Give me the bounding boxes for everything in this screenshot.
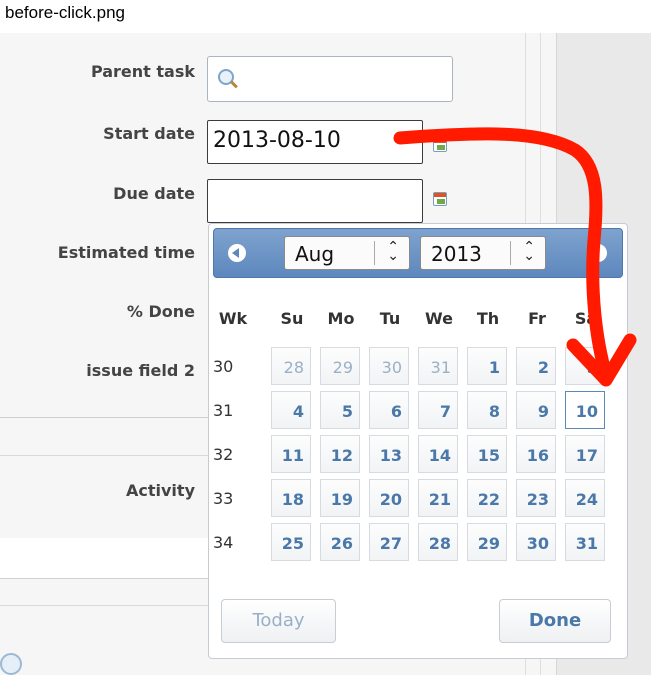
select-divider xyxy=(510,241,511,265)
calendar-day[interactable]: 3 xyxy=(565,347,605,385)
week-number-header: Wk xyxy=(218,309,248,328)
next-month-icon[interactable] xyxy=(589,244,607,262)
week-number: 32 xyxy=(213,445,234,464)
calendar-day[interactable]: 25 xyxy=(271,523,311,561)
screenshot-area: Parent task Start date Due date Estimate… xyxy=(0,33,651,675)
week-number: 33 xyxy=(213,489,234,508)
calendar-day[interactable]: 15 xyxy=(467,435,507,473)
calendar-day[interactable]: 13 xyxy=(369,435,409,473)
calendar-day[interactable]: 2 xyxy=(516,347,556,385)
calendar-day[interactable]: 12 xyxy=(320,435,360,473)
calendar-day[interactable]: 24 xyxy=(565,479,605,517)
image-caption: before-click.png xyxy=(5,3,126,22)
estimated-time-label: Estimated time xyxy=(57,243,195,262)
year-select-value: 2013 xyxy=(431,242,482,266)
datepicker-popup: Aug ⌃ ⌄ 2013 ⌃ ⌄ Wk Su Mo Tu We Th Fr Sa 30 28 29 3… xyxy=(208,223,628,659)
parent-task-label: Parent task xyxy=(90,62,195,81)
calendar-day[interactable]: 7 xyxy=(418,391,458,429)
datepicker-header: Aug ⌃ ⌄ 2013 ⌃ ⌄ xyxy=(213,228,623,278)
magnifier-handle xyxy=(230,80,238,89)
calendar-day[interactable]: 16 xyxy=(516,435,556,473)
calendar-day[interactable]: 10 xyxy=(565,391,605,429)
divider xyxy=(0,417,210,418)
due-date-label: Due date xyxy=(113,184,195,203)
start-date-input[interactable]: 2013-08-10 xyxy=(207,120,423,164)
calendar-day[interactable]: 20 xyxy=(369,479,409,517)
parent-task-input[interactable] xyxy=(207,56,453,102)
calendar-day[interactable]: 27 xyxy=(369,523,409,561)
done-button[interactable]: Done xyxy=(499,599,611,643)
weekday-header: Su xyxy=(280,309,304,328)
calendar-day[interactable]: 31 xyxy=(418,347,458,385)
start-date-label: Start date xyxy=(103,124,195,143)
updown-icon: ⌃ ⌄ xyxy=(387,239,399,264)
calendar-day[interactable]: 1 xyxy=(467,347,507,385)
activity-label: Activity xyxy=(126,481,195,500)
done-percent-label: % Done xyxy=(126,302,195,321)
month-select[interactable]: Aug ⌃ ⌄ xyxy=(284,236,410,270)
calendar-day[interactable]: 8 xyxy=(467,391,507,429)
weekday-header: Mo xyxy=(327,309,355,328)
calendar-day[interactable]: 14 xyxy=(418,435,458,473)
calendar-day[interactable]: 5 xyxy=(320,391,360,429)
today-button[interactable]: Today xyxy=(221,599,336,643)
calendar-icon[interactable] xyxy=(433,192,447,206)
prev-month-icon[interactable] xyxy=(228,244,246,262)
calendar-day[interactable]: 19 xyxy=(320,479,360,517)
calendar-day[interactable]: 29 xyxy=(467,523,507,561)
calendar-day[interactable]: 23 xyxy=(516,479,556,517)
calendar-day[interactable]: 11 xyxy=(271,435,311,473)
calendar-day[interactable]: 4 xyxy=(271,391,311,429)
calendar-day[interactable]: 22 xyxy=(467,479,507,517)
start-date-value: 2013-08-10 xyxy=(213,128,341,153)
year-select[interactable]: 2013 ⌃ ⌄ xyxy=(420,236,546,270)
week-number: 31 xyxy=(213,401,234,420)
weekday-header: We xyxy=(425,309,453,328)
weekday-header: Tu xyxy=(379,309,401,328)
calendar-day[interactable]: 31 xyxy=(565,523,605,561)
calendar-day[interactable]: 18 xyxy=(271,479,311,517)
calendar-day[interactable]: 30 xyxy=(369,347,409,385)
calendar-day[interactable]: 6 xyxy=(369,391,409,429)
divider xyxy=(0,455,210,456)
calendar-day[interactable]: 30 xyxy=(516,523,556,561)
activity-select[interactable] xyxy=(0,538,210,578)
week-number: 34 xyxy=(213,533,234,552)
calendar-day[interactable]: 29 xyxy=(320,347,360,385)
magnifier-icon xyxy=(0,653,22,675)
calendar-day[interactable]: 21 xyxy=(418,479,458,517)
weekday-header: Sa xyxy=(574,309,598,328)
month-select-value: Aug xyxy=(295,242,335,266)
calendar-icon[interactable] xyxy=(433,138,447,152)
due-date-input[interactable] xyxy=(207,179,423,223)
week-number: 30 xyxy=(213,357,234,376)
calendar-day[interactable]: 28 xyxy=(271,347,311,385)
weekday-header: Fr xyxy=(528,309,546,328)
select-divider xyxy=(374,241,375,265)
calendar-day[interactable]: 28 xyxy=(418,523,458,561)
calendar-day[interactable]: 26 xyxy=(320,523,360,561)
calendar-day[interactable]: 9 xyxy=(516,391,556,429)
divider xyxy=(0,605,210,606)
updown-icon: ⌃ ⌄ xyxy=(523,239,535,264)
weekday-header: Th xyxy=(476,309,500,328)
calendar-day[interactable]: 17 xyxy=(565,435,605,473)
issue-field-2-label: issue field 2 xyxy=(86,361,195,380)
divider xyxy=(0,578,210,579)
